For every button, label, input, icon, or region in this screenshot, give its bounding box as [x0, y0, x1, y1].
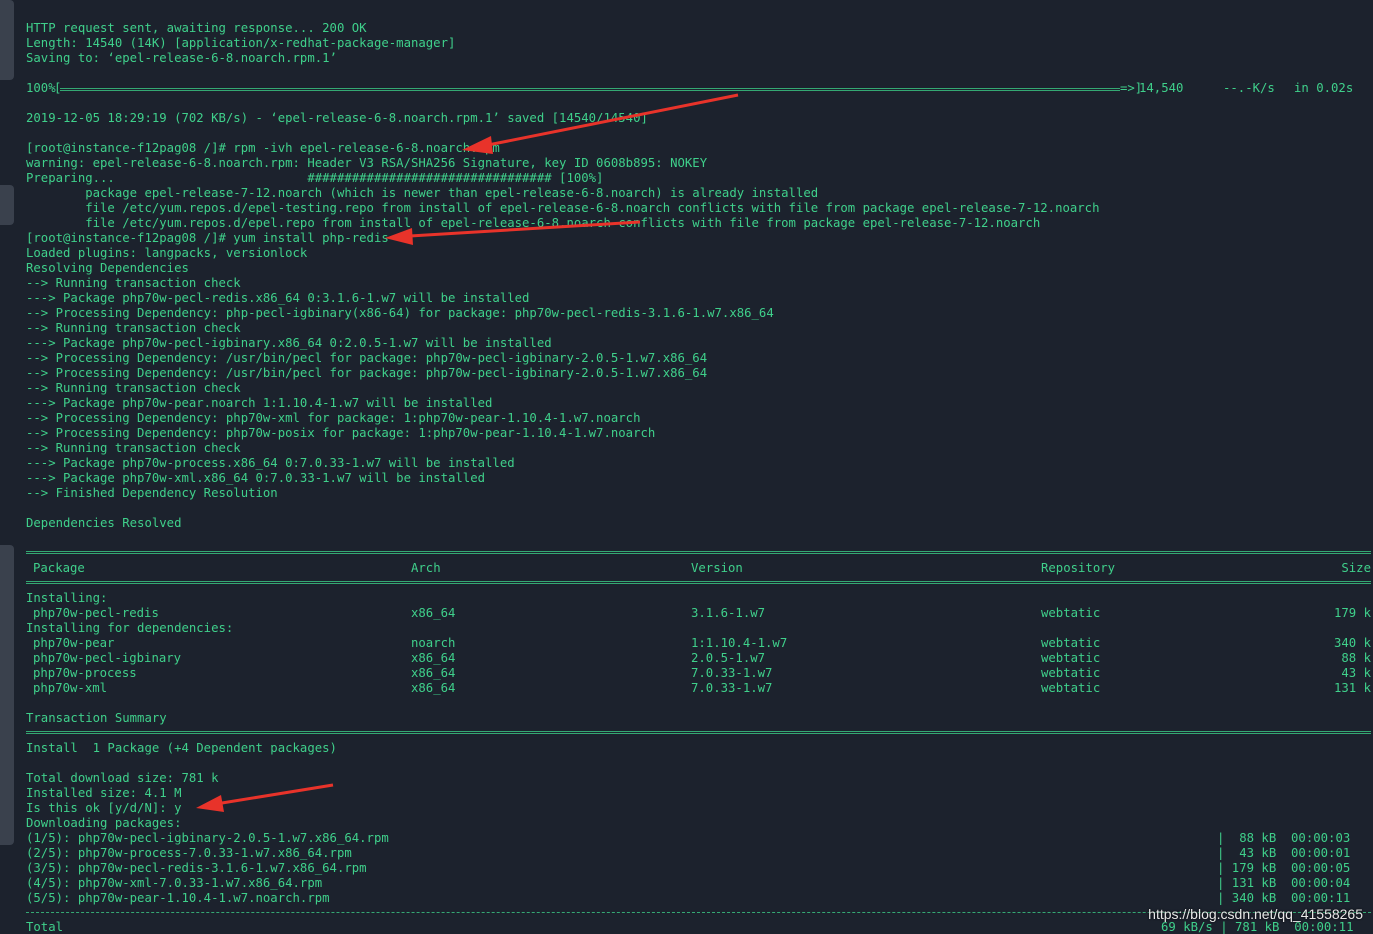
progress-bar — [60, 88, 1120, 91]
deps-label: Installing for dependencies: — [26, 621, 234, 635]
output-line: package epel-release-7-12.noarch (which … — [26, 186, 819, 200]
terminal-window[interactable]: HTTP request sent, awaiting response... … — [0, 0, 1373, 934]
header-repository: Repository — [1041, 561, 1116, 575]
table-separator — [26, 731, 1371, 734]
output-line: --> Running transaction check — [26, 381, 241, 395]
cell-version: 7.0.33-1.w7 — [691, 681, 773, 695]
download-stats: | 43 kB 00:00:01 — [1217, 846, 1351, 860]
output-line: --> Processing Dependency: php70w-posix … — [26, 426, 656, 440]
output-line: Length: 14540 (14K) [application/x-redha… — [26, 36, 456, 50]
output-line: --> Running transaction check — [26, 441, 241, 455]
scroll-gutter-mark — [0, 545, 14, 845]
arrow-3 — [196, 783, 334, 812]
download-name: (1/5): php70w-pecl-igbinary-2.0.5-1.w7.x… — [26, 831, 389, 845]
output-line: warning: epel-release-6-8.noarch.rpm: He… — [26, 156, 708, 170]
cell-repository: webtatic — [1041, 636, 1101, 650]
cell-version: 2.0.5-1.w7 — [691, 651, 766, 665]
header-size: Size — [1341, 561, 1371, 575]
output-line: --> Running transaction check — [26, 276, 241, 290]
output-line: ---> Package php70w-pecl-igbinary.x86_64… — [26, 336, 552, 350]
summary-title: Transaction Summary — [26, 711, 167, 725]
output-line: HTTP request sent, awaiting response... … — [26, 21, 367, 35]
output-line: ---> Package php70w-pear.noarch 1:1.10.4… — [26, 396, 493, 410]
saved-line: 2019-12-05 18:29:19 (702 KB/s) - ‘epel-r… — [26, 111, 648, 125]
header-package: Package — [33, 561, 85, 575]
cell-arch: x86_64 — [411, 681, 456, 695]
cell-package: php70w-xml — [33, 681, 108, 695]
header-arch: Arch — [411, 561, 441, 575]
download-stats: | 88 kB 00:00:03 — [1217, 831, 1351, 845]
download-stats: | 340 kB 00:00:11 — [1217, 891, 1351, 905]
output-line: ---> Package php70w-process.x86_64 0:7.0… — [26, 456, 515, 470]
scroll-gutter-mark — [0, 185, 14, 225]
output-line: Saving to: ‘epel-release-6-8.noarch.rpm.… — [26, 51, 337, 65]
output-line: --> Running transaction check — [26, 321, 241, 335]
output-line: ---> Package php70w-pecl-redis.x86_64 0:… — [26, 291, 530, 305]
header-version: Version — [691, 561, 743, 575]
output-line: --> Finished Dependency Resolution — [26, 486, 278, 500]
download-stats: | 131 kB 00:00:04 — [1217, 876, 1351, 890]
cell-package: php70w-pecl-redis — [33, 606, 159, 620]
cell-version: 7.0.33-1.w7 — [691, 666, 773, 680]
cell-package: php70w-pecl-igbinary — [33, 651, 182, 665]
cell-size: 88 k — [1341, 651, 1371, 665]
scroll-gutter-mark — [0, 0, 14, 80]
cell-size: 340 k — [1333, 636, 1371, 650]
output-line: file /etc/yum.repos.d/epel-testing.repo … — [26, 201, 1100, 215]
table-separator — [26, 581, 1371, 584]
cell-arch: x86_64 — [411, 606, 456, 620]
installed-size: Installed size: 4.1 M — [26, 786, 182, 800]
cell-size: 179 k — [1333, 606, 1371, 620]
output-line: Loaded plugins: langpacks, versionlock — [26, 246, 308, 260]
cell-size: 43 k — [1341, 666, 1371, 680]
output-line: --> Processing Dependency: /usr/bin/pecl… — [26, 351, 708, 365]
download-name: (4/5): php70w-xml-7.0.33-1.w7.x86_64.rpm — [26, 876, 323, 890]
deps-resolved: Dependencies Resolved — [26, 516, 182, 530]
total-download: Total download size: 781 k — [26, 771, 219, 785]
summary-install: Install 1 Package (+4 Dependent packages… — [26, 741, 337, 755]
cell-arch: x86_64 — [411, 651, 456, 665]
progress-rate: --.-K/s — [1223, 81, 1275, 95]
output-line: Resolving Dependencies — [26, 261, 189, 275]
output-line: [root@instance-f12pag08 /]# rpm -ivh epe… — [26, 141, 500, 155]
installing-label: Installing: — [26, 591, 108, 605]
cell-repository: webtatic — [1041, 651, 1101, 665]
table-separator — [26, 551, 1371, 554]
confirm-prompt: Is this ok [y/d/N]: y — [26, 801, 182, 815]
download-name: (5/5): php70w-pear-1.10.4-1.w7.noarch.rp… — [26, 891, 330, 905]
download-stats: | 179 kB 00:00:05 — [1217, 861, 1351, 875]
download-name: (2/5): php70w-process-7.0.33-1.w7.x86_64… — [26, 846, 352, 860]
watermark: https://blog.csdn.net/qq_41558265 — [1148, 906, 1363, 922]
progress-bytes: 14,540 — [1139, 81, 1184, 95]
progress-time: in 0.02s — [1294, 81, 1354, 95]
cell-arch: noarch — [411, 636, 456, 650]
output-line: [root@instance-f12pag08 /]# yum install … — [26, 231, 389, 245]
cell-size: 131 k — [1333, 681, 1371, 695]
total-label: Total — [26, 920, 64, 934]
cell-package: php70w-pear — [33, 636, 115, 650]
cell-package: php70w-process — [33, 666, 137, 680]
cell-version: 1:1.10.4-1.w7 — [691, 636, 788, 650]
cell-version: 3.1.6-1.w7 — [691, 606, 766, 620]
progress-percent: 100% — [26, 81, 56, 95]
output-line: ---> Package php70w-xml.x86_64 0:7.0.33-… — [26, 471, 486, 485]
output-line: Preparing... ###########################… — [26, 171, 604, 185]
download-name: (3/5): php70w-pecl-redis-3.1.6-1.w7.x86_… — [26, 861, 367, 875]
cell-repository: webtatic — [1041, 666, 1101, 680]
cell-repository: webtatic — [1041, 606, 1101, 620]
downloading-label: Downloading packages: — [26, 816, 182, 830]
total-stats: 69 kB/s | 781 kB 00:00:11 — [1161, 920, 1354, 934]
cell-arch: x86_64 — [411, 666, 456, 680]
output-line: file /etc/yum.repos.d/epel.repo from ins… — [26, 216, 1041, 230]
output-line: --> Processing Dependency: /usr/bin/pecl… — [26, 366, 708, 380]
cell-repository: webtatic — [1041, 681, 1101, 695]
output-line: --> Processing Dependency: php-pecl-igbi… — [26, 306, 774, 320]
output-line: --> Processing Dependency: php70w-xml fo… — [26, 411, 641, 425]
